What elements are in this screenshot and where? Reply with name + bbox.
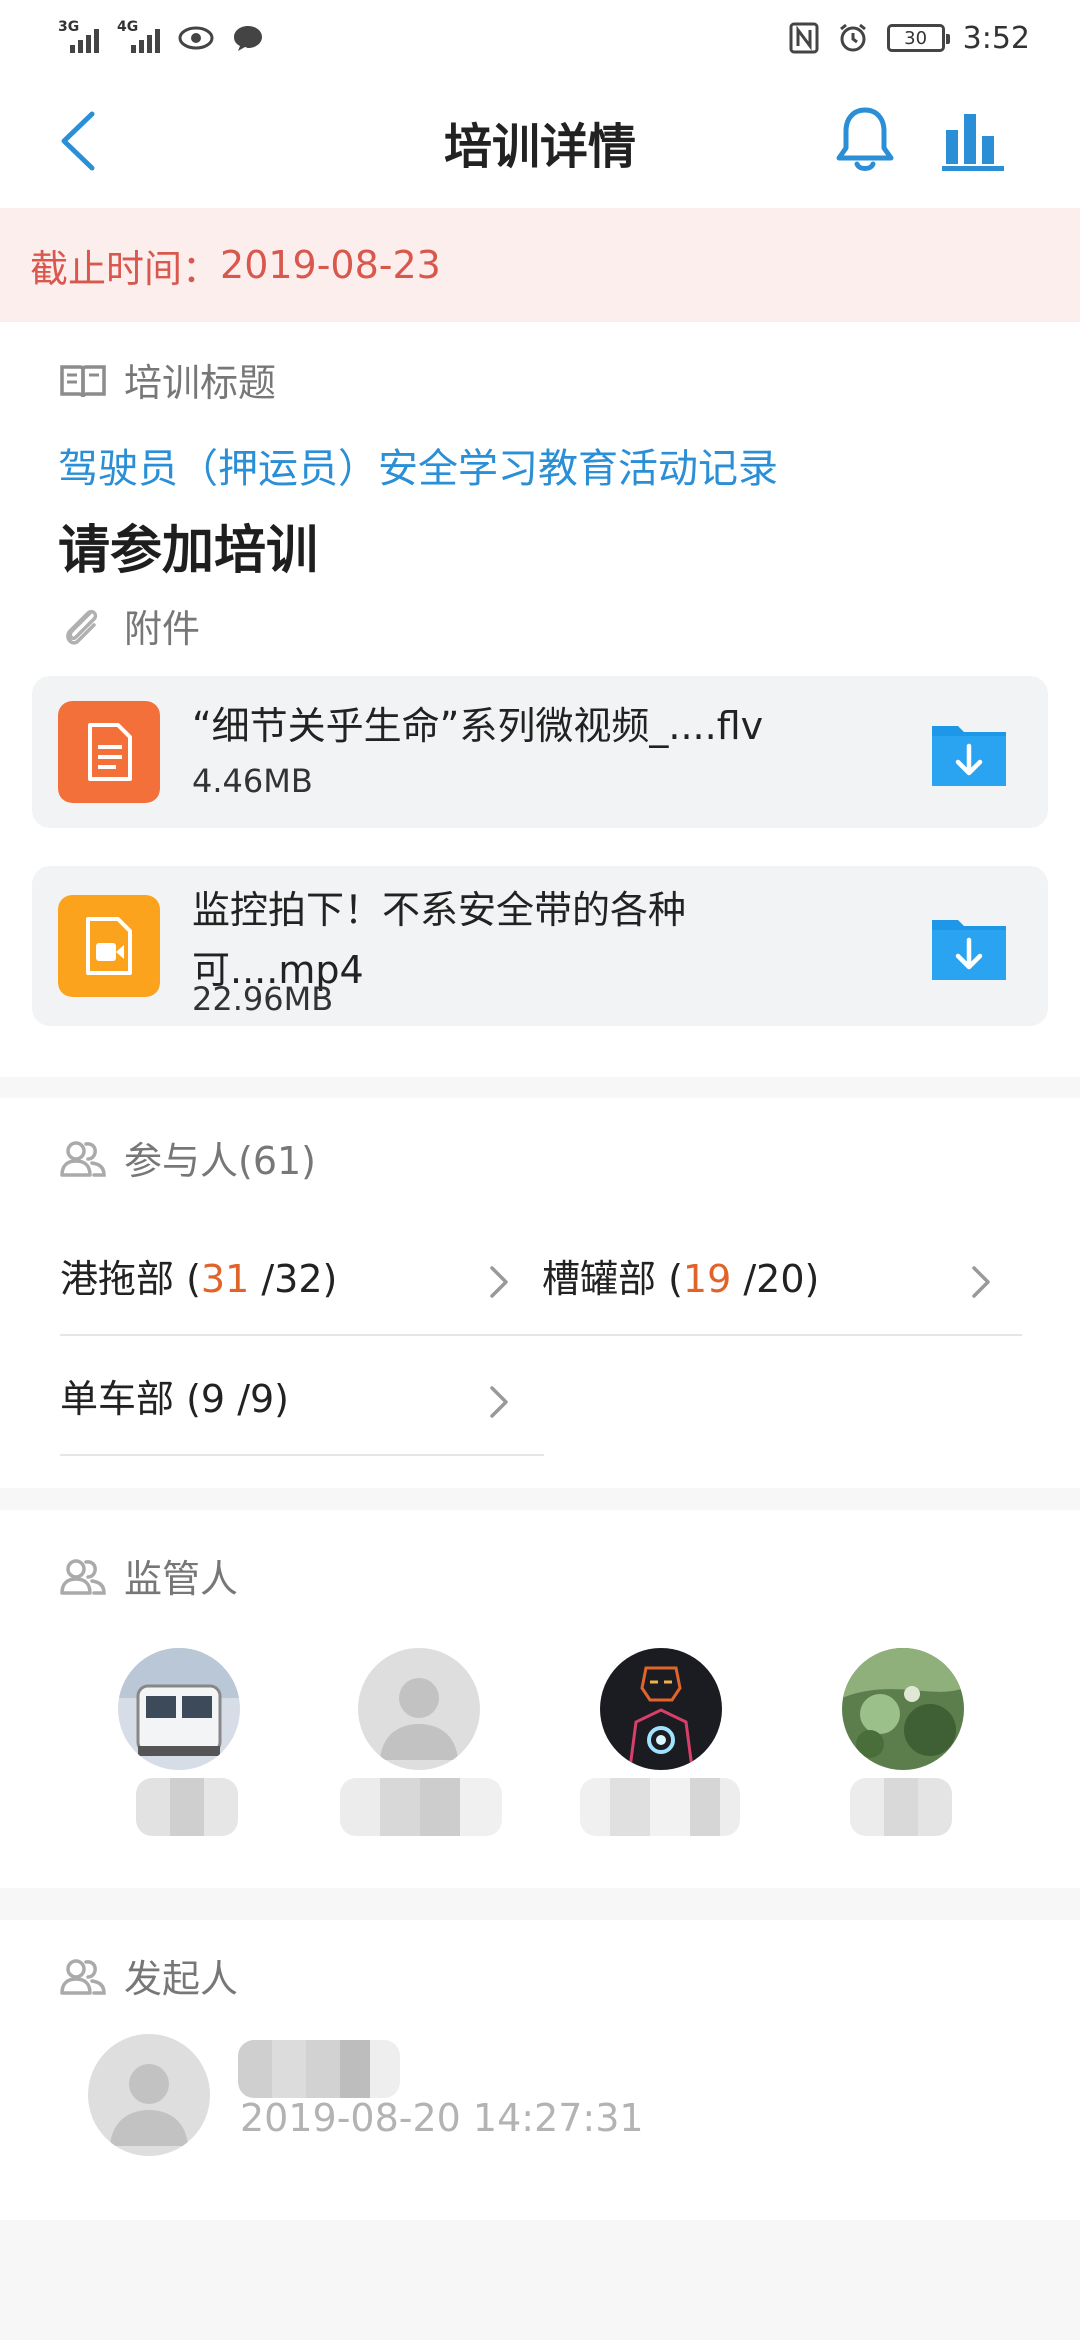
training-title-label: 培训标题 (124, 361, 277, 405)
department-total: /20) (743, 1257, 820, 1301)
download-folder-icon[interactable] (930, 720, 1008, 788)
nfc-icon (789, 22, 819, 54)
avatar[interactable] (118, 1648, 240, 1770)
participants-label: 参与人(61) (124, 1139, 317, 1183)
video-icon (58, 895, 160, 997)
initiator-label: 发起人 (124, 1957, 239, 2001)
people-icon (60, 1958, 106, 1995)
download-folder-icon[interactable] (930, 914, 1008, 982)
participants-header: 参与人(61) (58, 1130, 316, 1185)
department-row[interactable]: 槽罐部 (19 /20) (542, 1248, 819, 1303)
supervisor-name-redacted (340, 1778, 502, 1836)
deadline-value: 2019-08-23 (220, 243, 441, 287)
initiator-name-redacted (238, 2040, 400, 2098)
department-row[interactable]: 港拖部 (31 /32) (60, 1248, 337, 1303)
page-title: 培训详情 (443, 119, 636, 175)
document-icon (58, 701, 160, 803)
attachment-name: “细节关乎生命”系列微视频_....flv (192, 704, 764, 748)
chevron-right-icon[interactable] (486, 1382, 512, 1422)
department-total: /32) (261, 1257, 338, 1301)
book-icon (60, 364, 106, 397)
department-name: 单车部 (60, 1377, 175, 1421)
avatar[interactable] (842, 1648, 964, 1770)
supervisor-name-redacted (580, 1778, 740, 1836)
attachments-header: 附件 (58, 598, 200, 653)
department-done-count: 19 (682, 1257, 732, 1301)
department-row[interactable]: 单车部 (9 /9) (60, 1368, 289, 1423)
back-icon[interactable] (52, 106, 112, 176)
department-name: 槽罐部 (542, 1257, 657, 1301)
initiator-datetime: 2019-08-20 14:27:31 (240, 2096, 644, 2140)
training-title-header: 培训标题 (58, 352, 276, 407)
department-done-count: 31 (200, 1257, 250, 1301)
paperclip-icon (66, 609, 98, 645)
deadline-banner: 截止时间： 2019-08-23 (0, 208, 1080, 322)
avatar[interactable] (358, 1648, 480, 1770)
stats-icon[interactable] (942, 108, 1004, 172)
attachments-label: 附件 (124, 607, 201, 651)
training-subtitle: 请参加培训 (58, 521, 319, 581)
chevron-right-icon[interactable] (968, 1262, 994, 1302)
people-icon (60, 1140, 106, 1177)
chevron-right-icon[interactable] (486, 1262, 512, 1302)
avatar[interactable] (600, 1648, 722, 1770)
supervisors-header: 监管人 (58, 1548, 238, 1603)
battery-icon: 30 (886, 24, 950, 52)
supervisor-name-redacted (850, 1778, 952, 1836)
signal-4g-icon: 4G (117, 19, 160, 53)
deadline-label: 截止时间： (30, 246, 221, 291)
attachment-item[interactable]: “细节关乎生命”系列微视频_....flv 4.46MB (32, 676, 1048, 828)
bell-icon[interactable] (833, 104, 897, 176)
avatar[interactable] (88, 2034, 210, 2156)
eye-icon (178, 26, 214, 50)
nav-bar: 培训详情 (0, 76, 1080, 208)
clock: 3:52 (962, 20, 1030, 56)
department-done-count: 9 (200, 1377, 226, 1421)
initiator-header: 发起人 (58, 1948, 238, 2003)
attachment-size: 22.96MB (192, 980, 334, 1018)
message-icon (234, 26, 262, 51)
signal-3g-icon: 3G (58, 19, 99, 53)
divider (60, 1334, 1022, 1336)
attachment-item[interactable]: 监控拍下！不系安全带的各种可....mp4 22.96MB (32, 866, 1048, 1026)
department-total: /9) (237, 1377, 290, 1421)
people-icon (60, 1558, 106, 1595)
attachment-size: 4.46MB (192, 762, 313, 800)
department-name: 港拖部 (60, 1257, 175, 1301)
training-title-link[interactable]: 驾驶员（押运员）安全学习教育活动记录 (58, 436, 778, 494)
divider (60, 1454, 544, 1456)
supervisors-label: 监管人 (124, 1557, 239, 1601)
supervisor-name-redacted (136, 1778, 238, 1836)
status-bar: 3G 4G 30 3:52 (0, 0, 1080, 76)
alarm-icon (839, 23, 866, 52)
